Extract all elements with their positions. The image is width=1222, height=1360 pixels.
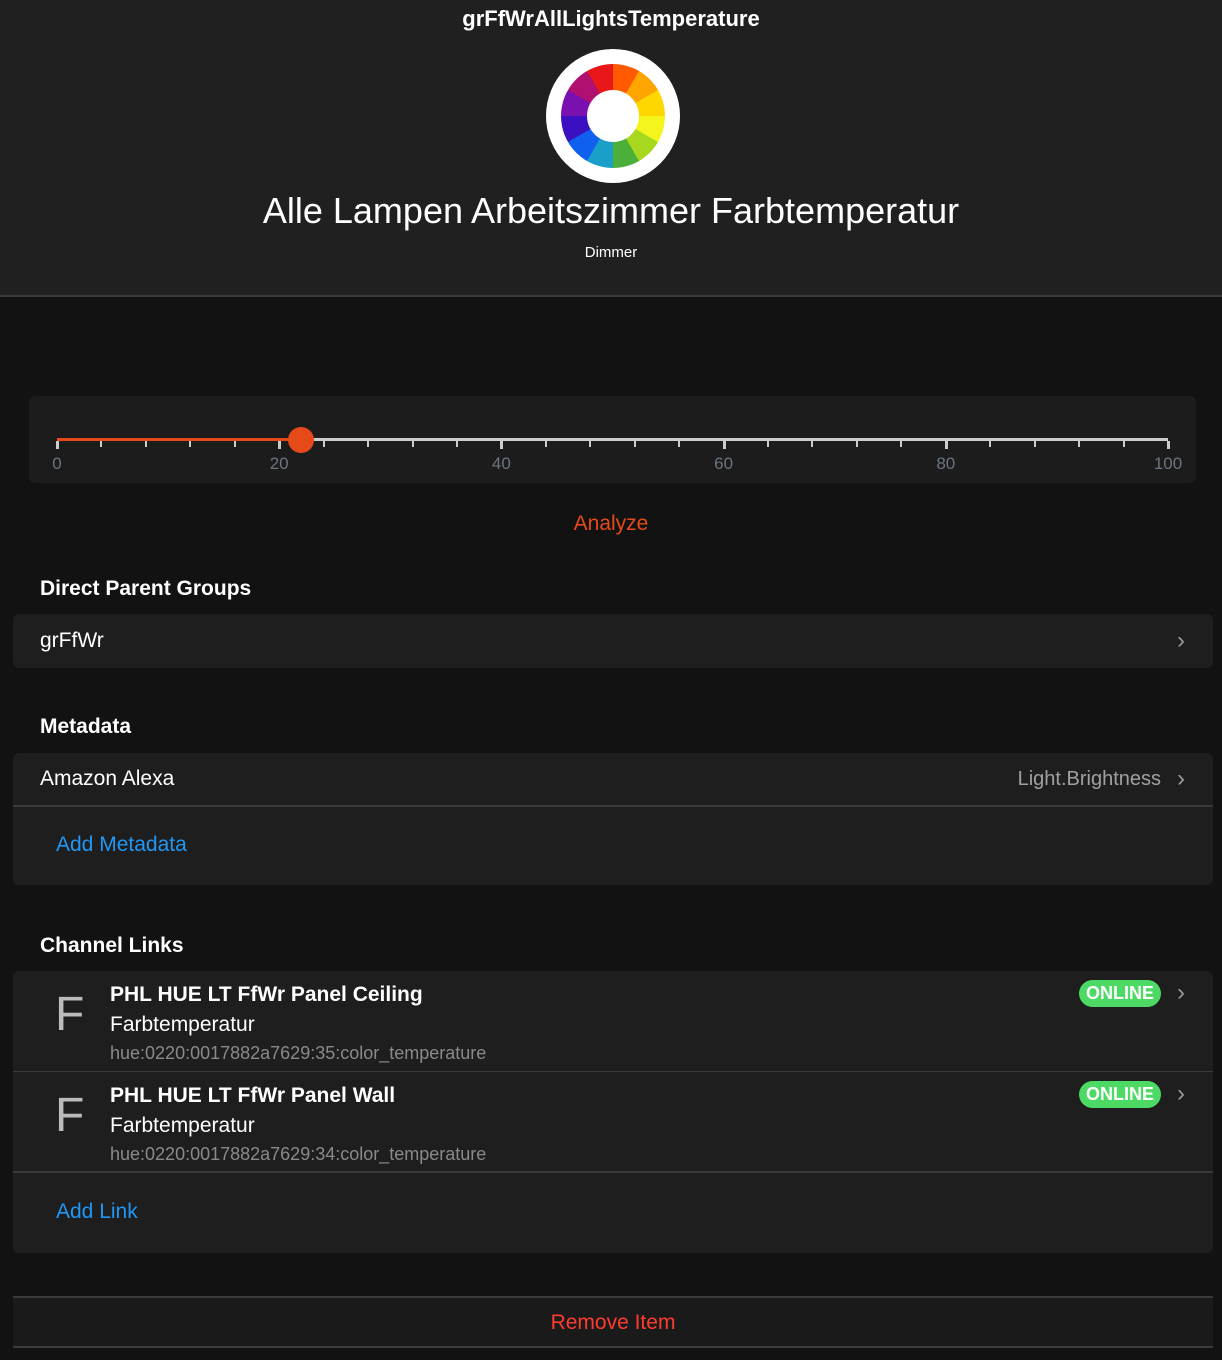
metadata-item-alexa[interactable]: Amazon Alexa Light.Brightness › (13, 753, 1213, 807)
item-label: Alle Lampen Arbeitszimmer Farbtemperatur (262, 190, 960, 231)
metadata-heading: Metadata (40, 715, 132, 738)
channel-uid: hue:0220:0017882a7629:34:color_temperatu… (110, 1144, 487, 1164)
metadata-label: Amazon Alexa (40, 767, 175, 790)
channel-name: Farbtemperatur (110, 1114, 255, 1137)
slider-tick (144, 441, 147, 447)
slider-tick (989, 441, 992, 447)
slider-tick (900, 441, 903, 447)
slider-tick (944, 441, 948, 449)
slider-tick (322, 441, 325, 447)
channel-link-item[interactable]: F PHL HUE LT FfWr Panel Wall Farbtempera… (13, 1072, 1213, 1173)
slider-tick (544, 441, 547, 447)
slider-tick (500, 441, 504, 449)
status-badge: ONLINE (1078, 1081, 1161, 1108)
slider-tick (1122, 441, 1125, 447)
channel-link-item[interactable]: F PHL HUE LT FfWr Panel Ceiling Farbtemp… (13, 971, 1213, 1072)
slider-tick (633, 441, 636, 447)
chevron-right-icon: › (1177, 765, 1185, 792)
parent-group-label: grFfWr (40, 629, 104, 652)
chevron-right-icon: › (1177, 979, 1185, 1006)
slider-tick (455, 441, 458, 447)
slider-tick (233, 441, 236, 447)
slider-tick-label: 60 (714, 454, 734, 473)
metadata-value: Light.Brightness (1017, 767, 1161, 790)
channel-name: Farbtemperatur (110, 1013, 255, 1036)
channel-links-list: F PHL HUE LT FfWr Panel Ceiling Farbtemp… (13, 971, 1213, 1253)
dimmer-slider-card: 0 20 40 60 80 100 (29, 396, 1196, 483)
slider-tick-label: 0 (52, 454, 62, 473)
channel-icon: F (55, 1089, 85, 1142)
metadata-list: Amazon Alexa Light.Brightness › Add Meta… (13, 753, 1213, 885)
slider-tick (589, 441, 592, 447)
slider-tick (722, 441, 726, 449)
slider-fill (57, 438, 302, 441)
slider-tick-label: 20 (269, 454, 289, 473)
slider-tick (1167, 441, 1170, 449)
parent-groups-heading: Direct Parent Groups (40, 577, 252, 600)
slider-tick-label: 40 (491, 454, 511, 473)
slider-tick-label: 100 (1153, 454, 1183, 473)
channel-uid: hue:0220:0017882a7629:35:color_temperatu… (110, 1043, 487, 1063)
slider-tick-label: 80 (936, 454, 956, 473)
add-metadata-link[interactable]: Add Metadata (13, 807, 1213, 883)
slider-tick (767, 441, 770, 447)
thing-name: PHL HUE LT FfWr Panel Ceiling (110, 983, 423, 1006)
slider-tick (811, 441, 814, 447)
remove-item-button[interactable]: Remove Item (13, 1296, 1213, 1348)
slider-tick (100, 441, 103, 447)
status-badge: ONLINE (1078, 980, 1161, 1007)
item-name: grFfWrAllLightsTemperature (462, 6, 760, 31)
slider-tick (278, 441, 282, 449)
parent-group-item[interactable]: grFfWr › (13, 614, 1213, 668)
slider-tick (189, 441, 192, 447)
analyze-button[interactable]: Analyze (0, 512, 1222, 536)
item-header: grFfWrAllLightsTemperature Alle Lampen A… (0, 0, 1222, 297)
chevron-right-icon: › (1177, 1080, 1185, 1107)
channel-icon: F (55, 988, 85, 1041)
slider-tick (1033, 441, 1036, 447)
item-type: Dimmer (584, 244, 638, 261)
slider-tick (678, 441, 681, 447)
chevron-right-icon: › (1177, 627, 1185, 654)
parent-groups-list: grFfWr › (13, 614, 1213, 668)
channel-links-heading: Channel Links (40, 934, 184, 957)
slider-tick (411, 441, 414, 447)
slider-tick (1078, 441, 1081, 447)
slider-tick (367, 441, 370, 447)
slider-knob[interactable] (288, 427, 315, 453)
color-wheel-icon (546, 49, 680, 183)
slider-tick (855, 441, 858, 447)
add-link-button[interactable]: Add Link (13, 1173, 1213, 1251)
slider-tick (56, 441, 59, 449)
thing-name: PHL HUE LT FfWr Panel Wall (110, 1084, 396, 1107)
